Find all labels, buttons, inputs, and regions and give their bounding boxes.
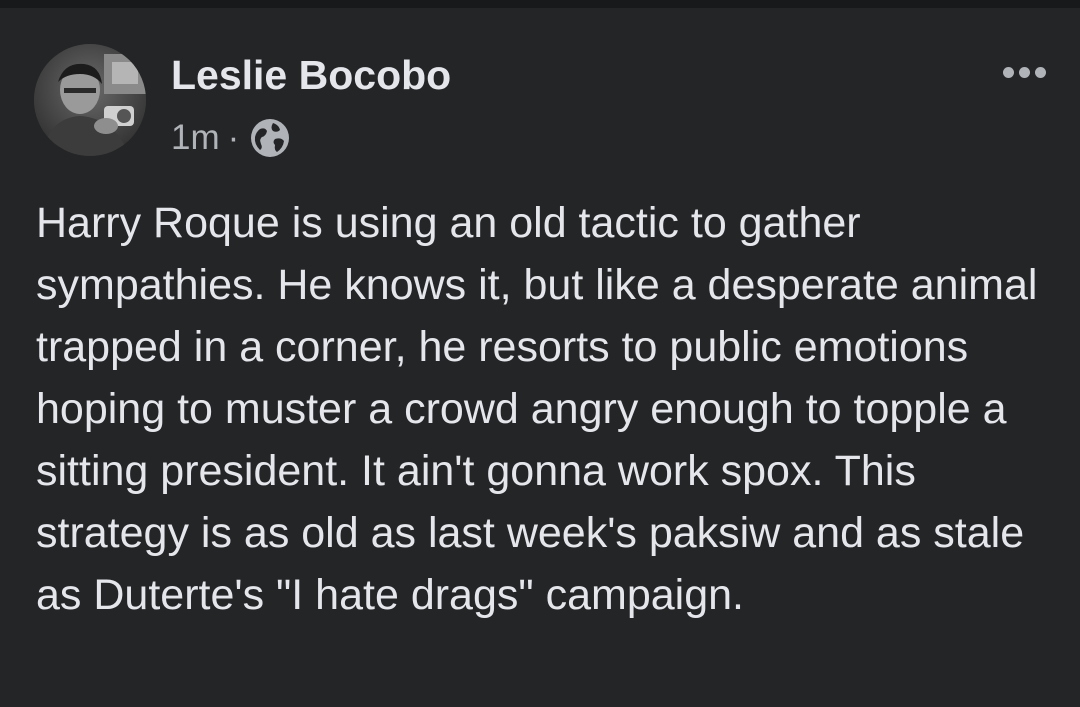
more-options-dot xyxy=(1018,66,1030,78)
more-options-icon[interactable] xyxy=(996,52,1052,92)
avatar-photo xyxy=(34,44,146,156)
post-meta: 1m · xyxy=(171,116,291,160)
meta-separator: · xyxy=(227,118,240,157)
avatar[interactable] xyxy=(34,44,146,156)
more-options-dot xyxy=(1034,66,1046,78)
more-options-dot xyxy=(1002,66,1014,78)
post-body: Harry Roque is using an old tactic to ga… xyxy=(36,199,1038,619)
globe-icon[interactable] xyxy=(249,117,291,159)
post-card: Leslie Bocobo 1m · Harry Roque is using … xyxy=(0,8,1080,707)
author-name[interactable]: Leslie Bocobo xyxy=(171,52,451,99)
post-timestamp[interactable]: 1m xyxy=(171,118,220,158)
top-divider xyxy=(0,0,1080,8)
